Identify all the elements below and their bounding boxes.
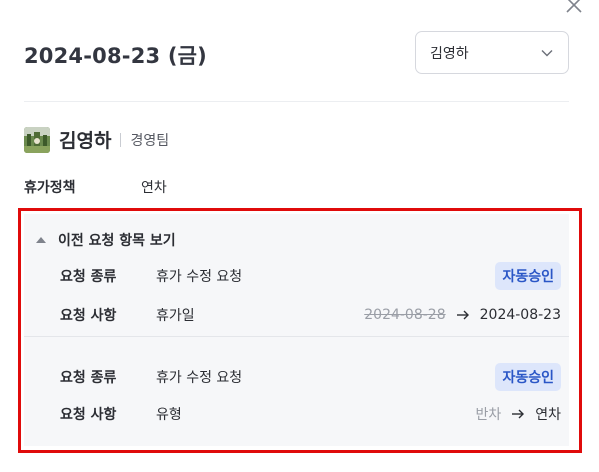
close-icon xyxy=(566,0,582,13)
profile-row: 김영하 경영팀 xyxy=(24,126,169,153)
user-select[interactable]: 김영하 xyxy=(415,31,569,74)
policy-label: 휴가정책 xyxy=(24,180,76,196)
profile-name: 김영하 xyxy=(59,130,112,152)
close-button[interactable] xyxy=(563,0,585,16)
highlight-box xyxy=(18,208,582,453)
profile-separator xyxy=(120,132,122,147)
avatar xyxy=(24,126,50,153)
policy-value: 연차 xyxy=(141,180,167,196)
header-divider xyxy=(24,101,569,102)
user-select-value: 김영하 xyxy=(430,45,469,62)
policy-row: 휴가정책 연차 xyxy=(24,177,167,197)
date-title: 2024-08-23 (금) xyxy=(24,44,207,68)
chevron-down-icon xyxy=(541,49,553,56)
profile-team: 경영팀 xyxy=(130,132,170,149)
